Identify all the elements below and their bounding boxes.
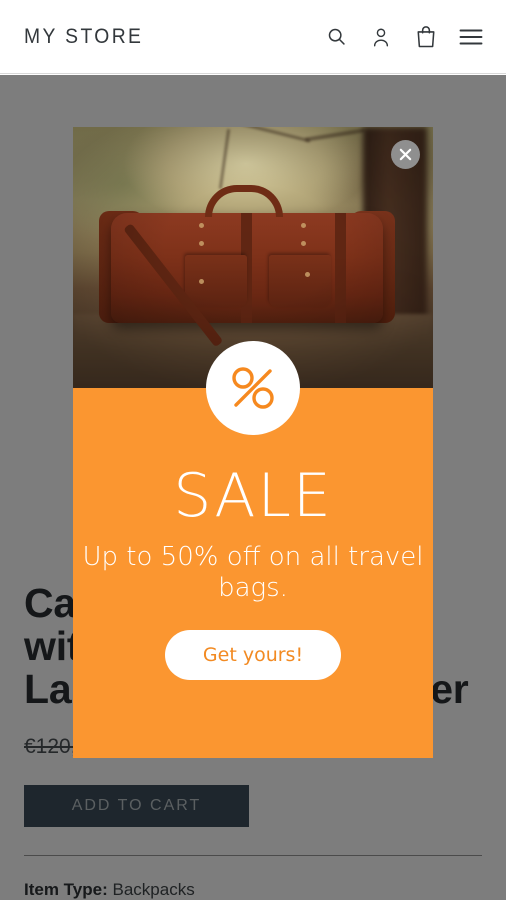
close-icon[interactable] — [391, 140, 420, 169]
cart-icon[interactable] — [413, 23, 439, 51]
menu-icon[interactable] — [458, 23, 484, 51]
promo-subtext: Up to 50% off on all travel bags. — [82, 542, 424, 603]
bag-rivet — [301, 223, 306, 228]
search-icon[interactable] — [323, 23, 349, 51]
account-icon[interactable] — [368, 23, 394, 51]
bag-rivet — [199, 241, 204, 246]
site-header: MY STORE — [0, 0, 506, 74]
bag-rivet — [305, 272, 310, 277]
bag-rivet — [301, 241, 306, 246]
bag-rivet — [199, 279, 204, 284]
bag-pocket — [185, 255, 247, 307]
header-icon-group — [323, 23, 484, 51]
store-logo[interactable]: MY STORE — [24, 25, 143, 49]
promo-modal: SALE Up to 50% off on all travel bags. G… — [73, 127, 433, 758]
promo-body: SALE Up to 50% off on all travel bags. G… — [73, 341, 433, 758]
percent-badge-icon — [206, 341, 300, 435]
get-yours-button[interactable]: Get yours! — [165, 630, 341, 680]
bag-rivet — [199, 223, 204, 228]
bag-pocket — [269, 255, 331, 307]
bag-strap — [335, 213, 346, 323]
